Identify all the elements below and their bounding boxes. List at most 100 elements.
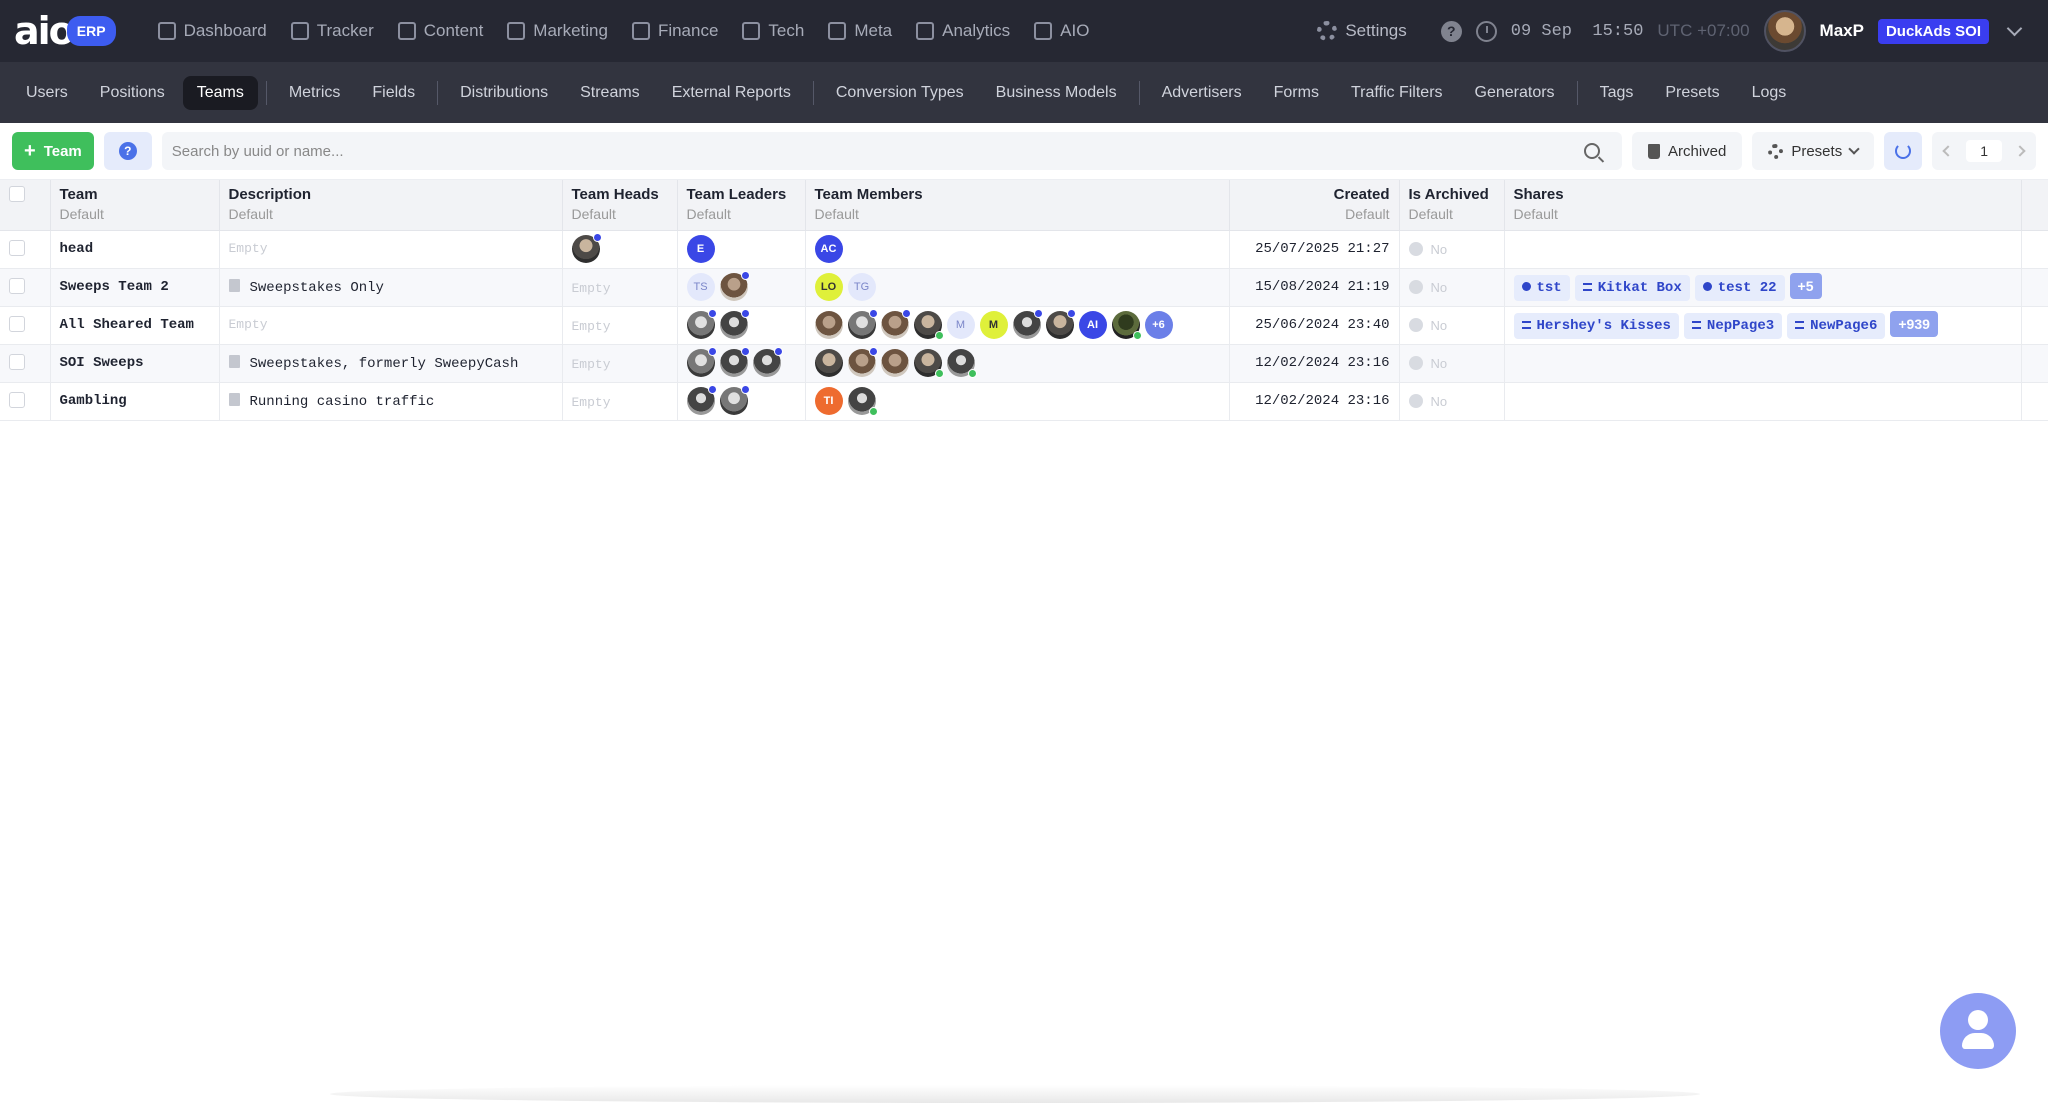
help-button[interactable]: ?: [103, 132, 152, 170]
avatar[interactable]: [719, 271, 750, 301]
avatar[interactable]: [571, 233, 602, 263]
more-shares-badge[interactable]: +5: [1789, 273, 1822, 299]
avatar[interactable]: [880, 349, 909, 377]
avatar[interactable]: M: [946, 311, 975, 339]
column-header-is-archived[interactable]: Is Archived Default: [1399, 180, 1505, 231]
avatar[interactable]: [1111, 311, 1142, 340]
avatar[interactable]: [686, 309, 717, 339]
column-header-shares[interactable]: Shares Default: [1504, 180, 2022, 231]
help-icon[interactable]: ?: [1440, 20, 1462, 42]
tab-external-reports[interactable]: External Reports: [658, 76, 805, 110]
page-number[interactable]: 1: [1966, 140, 2002, 162]
tab-teams[interactable]: Teams: [182, 75, 258, 110]
avatar[interactable]: [847, 387, 878, 416]
team-name[interactable]: All Sheared Team: [50, 306, 220, 345]
search-input[interactable]: [171, 142, 1584, 160]
team-name[interactable]: Gambling: [50, 382, 220, 421]
tab-forms[interactable]: Forms: [1260, 76, 1333, 110]
user-avatar[interactable]: [1763, 10, 1806, 52]
avatar[interactable]: TI: [814, 387, 843, 415]
share-chip[interactable]: test 22: [1694, 275, 1785, 301]
tab-traffic-filters[interactable]: Traffic Filters: [1337, 76, 1457, 110]
app-logo[interactable]: aio ERP: [14, 12, 116, 50]
refresh-button[interactable]: [1884, 132, 1923, 170]
share-chip[interactable]: NepPage3: [1683, 313, 1783, 339]
tab-business-models[interactable]: Business Models: [982, 76, 1131, 110]
table-row[interactable]: SOI Sweeps Sweepstakes, formerly SweepyCa…: [0, 344, 2048, 383]
table-row[interactable]: Sweeps Team 2 Sweepstakes Only Empty TS LO TG…: [0, 268, 2048, 307]
tab-fields[interactable]: Fields: [358, 76, 429, 110]
settings-button[interactable]: Settings: [1317, 21, 1407, 41]
row-checkbox[interactable]: [9, 315, 25, 332]
avatar[interactable]: TG: [847, 273, 876, 301]
avatar[interactable]: [880, 309, 911, 339]
timezone-selector[interactable]: UTC +07:00: [1657, 21, 1749, 41]
tab-presets[interactable]: Presets: [1651, 76, 1733, 110]
tab-tags[interactable]: Tags: [1586, 76, 1648, 110]
column-header-team-leaders[interactable]: Team Leaders Default: [677, 180, 806, 231]
avatar[interactable]: [946, 349, 977, 378]
history-icon[interactable]: [1475, 20, 1497, 42]
main-nav-meta[interactable]: Meta: [816, 0, 904, 62]
tab-distributions[interactable]: Distributions: [446, 76, 562, 110]
row-checkbox[interactable]: [9, 391, 25, 408]
avatar[interactable]: [719, 347, 750, 377]
chevron-down-icon[interactable]: [2006, 20, 2023, 36]
avatar[interactable]: [1045, 309, 1076, 339]
tab-users[interactable]: Users: [12, 76, 82, 110]
company-badge[interactable]: DuckAds SOI: [1877, 18, 1989, 44]
team-name[interactable]: head: [50, 230, 220, 269]
main-nav-marketing[interactable]: Marketing: [495, 0, 620, 62]
tab-generators[interactable]: Generators: [1461, 76, 1569, 110]
more-shares-badge[interactable]: +939: [1890, 311, 1938, 337]
share-chip[interactable]: tst: [1513, 275, 1570, 301]
main-nav-content[interactable]: Content: [386, 0, 496, 62]
avatar[interactable]: [752, 347, 783, 377]
main-nav-dashboard[interactable]: Dashboard: [146, 0, 279, 62]
avatar[interactable]: M: [979, 311, 1008, 339]
presets-dropdown[interactable]: Presets: [1752, 132, 1875, 170]
row-checkbox[interactable]: [9, 277, 25, 294]
avatar[interactable]: LO: [814, 273, 843, 301]
avatar[interactable]: [719, 309, 750, 339]
column-header-team-members[interactable]: Team Members Default: [805, 180, 1230, 231]
avatar[interactable]: [1012, 309, 1043, 339]
table-row[interactable]: All Sheared Team Empty Empty M M AI +6 25/06/20…: [0, 306, 2048, 345]
avatar[interactable]: [913, 349, 944, 378]
avatar[interactable]: AC: [814, 235, 843, 263]
tab-logs[interactable]: Logs: [1738, 76, 1801, 110]
column-header-team[interactable]: Team Default: [50, 180, 220, 231]
share-chip[interactable]: NewPage6: [1787, 313, 1886, 339]
tab-metrics[interactable]: Metrics: [275, 76, 355, 110]
team-name[interactable]: SOI Sweeps: [50, 344, 220, 383]
tab-conversion-types[interactable]: Conversion Types: [822, 76, 978, 110]
main-nav-tracker[interactable]: Tracker: [279, 0, 386, 62]
share-chip[interactable]: Hershey's Kisses: [1513, 313, 1679, 339]
main-nav-aio[interactable]: AIO: [1022, 0, 1101, 62]
tab-positions[interactable]: Positions: [86, 76, 179, 110]
avatar[interactable]: [686, 385, 717, 415]
avatar[interactable]: +6: [1144, 311, 1173, 339]
support-button[interactable]: [1940, 993, 2016, 1069]
select-all-checkbox[interactable]: [9, 186, 25, 202]
avatar[interactable]: [686, 347, 717, 377]
archived-button[interactable]: Archived: [1631, 132, 1743, 170]
team-name[interactable]: Sweeps Team 2: [50, 268, 220, 307]
avatar[interactable]: [913, 311, 944, 340]
column-header-team-heads[interactable]: Team Heads Default: [562, 180, 678, 231]
table-row[interactable]: Gambling Running casino traffic Empty TI 12/…: [0, 382, 2048, 421]
avatar[interactable]: [719, 385, 750, 415]
user-name[interactable]: MaxP: [1820, 21, 1864, 41]
row-checkbox[interactable]: [9, 353, 25, 370]
avatar[interactable]: E: [686, 235, 715, 263]
avatar[interactable]: [814, 349, 843, 377]
add-team-button[interactable]: + Team: [12, 132, 94, 170]
tab-streams[interactable]: Streams: [566, 76, 654, 110]
avatar[interactable]: TS: [686, 273, 715, 301]
main-nav-analytics[interactable]: Analytics: [904, 0, 1022, 62]
avatar[interactable]: [814, 311, 843, 339]
row-checkbox[interactable]: [9, 239, 25, 256]
avatar[interactable]: [847, 309, 878, 339]
next-page-icon[interactable]: [2014, 145, 2026, 157]
main-nav-tech[interactable]: Tech: [730, 0, 816, 62]
